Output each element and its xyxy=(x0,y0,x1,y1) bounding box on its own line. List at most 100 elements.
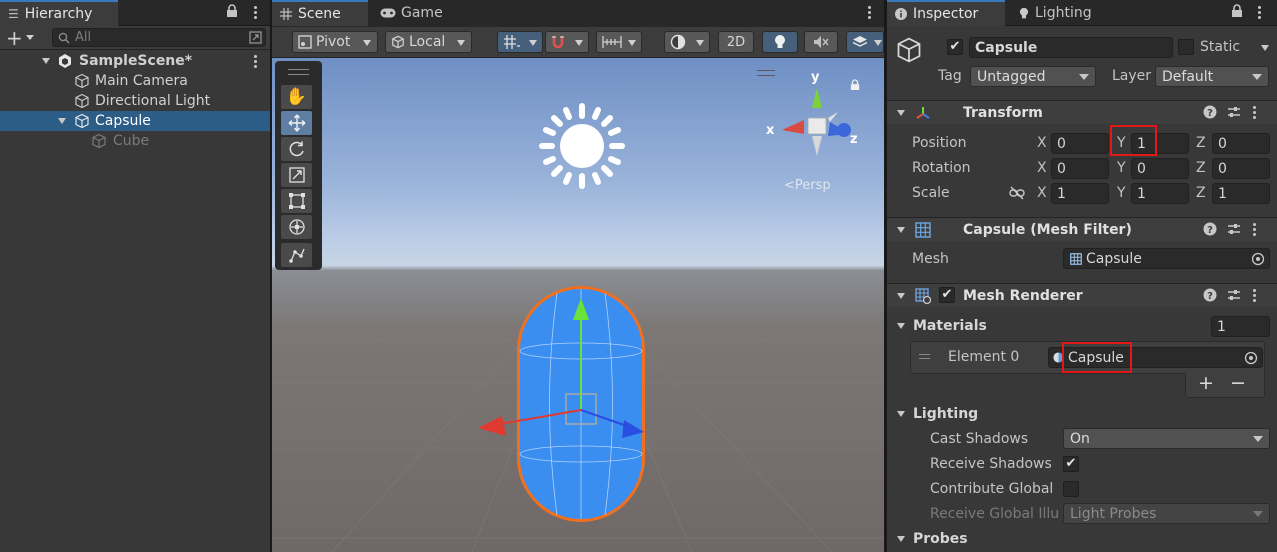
object-picker-icon[interactable] xyxy=(1251,252,1265,266)
scene-menu-icon[interactable] xyxy=(254,55,258,70)
scene-viewport[interactable]: ✋ y x z <Persp xyxy=(272,58,884,552)
scene-effects-dropdown[interactable] xyxy=(846,31,884,53)
perspective-label[interactable]: <Persp xyxy=(784,178,831,193)
active-checkbox[interactable]: ✔ xyxy=(947,39,963,55)
lock-icon[interactable] xyxy=(1231,4,1243,18)
tab-game[interactable]: Game xyxy=(372,0,452,26)
component-menu-icon[interactable] xyxy=(1253,289,1257,304)
inspector-menu-icon[interactable] xyxy=(1258,6,1262,21)
search-options-icon[interactable] xyxy=(249,31,262,44)
cast-shadows-dropdown[interactable]: On xyxy=(1063,428,1270,449)
scene-menu-icon[interactable] xyxy=(868,6,872,21)
position-z-field[interactable]: 0 xyxy=(1212,133,1270,154)
constrain-proportions-link-icon[interactable] xyxy=(1009,186,1025,200)
grid-snap-toggle[interactable] xyxy=(497,31,543,53)
capsule-object[interactable] xyxy=(462,278,682,528)
move-tool-button[interactable] xyxy=(281,111,312,135)
tab-hierarchy[interactable]: ☰ Hierarchy xyxy=(0,0,118,26)
materials-foldout-chevron-icon[interactable] xyxy=(897,323,905,329)
receive-shadows-checkbox[interactable]: ✔ xyxy=(1063,456,1079,472)
layer-dropdown[interactable]: Default xyxy=(1155,66,1269,87)
tree-item-cube[interactable]: Cube xyxy=(0,131,270,151)
tab-lighting[interactable]: Lighting xyxy=(1011,0,1121,26)
chevron-down-icon xyxy=(1253,511,1263,517)
reorder-handle-icon[interactable] xyxy=(919,354,930,359)
contribute-gi-checkbox[interactable] xyxy=(1063,481,1079,497)
tree-item-capsule[interactable]: Capsule xyxy=(0,111,270,131)
scene-orientation-gizmo[interactable] xyxy=(762,78,862,168)
hierarchy-search-input[interactable]: All xyxy=(52,28,266,47)
mesh-renderer-enabled-checkbox[interactable]: ✔ xyxy=(939,287,955,303)
remove-element-button[interactable]: − xyxy=(1230,372,1246,394)
tab-inspector[interactable]: Inspector xyxy=(887,0,1005,26)
rotation-x-field[interactable]: 0 xyxy=(1051,158,1109,179)
scale-label: Scale xyxy=(912,185,950,201)
scale-y-field[interactable]: 1 xyxy=(1131,183,1189,204)
increment-snap-button[interactable] xyxy=(545,31,589,53)
rotate-tool-button[interactable] xyxy=(281,137,312,161)
scale-z-field[interactable]: 1 xyxy=(1212,183,1270,204)
materials-count-field[interactable]: 1 xyxy=(1211,316,1270,337)
add-icon[interactable]: + xyxy=(6,26,23,50)
position-x-field[interactable]: 0 xyxy=(1051,133,1109,154)
pivot-dropdown[interactable]: Pivot xyxy=(292,31,378,53)
element-0-label: Element 0 xyxy=(948,349,1020,365)
rect-tool-button[interactable] xyxy=(281,189,312,213)
shading-mode-dropdown[interactable] xyxy=(664,31,710,53)
object-name-field[interactable]: Capsule xyxy=(969,37,1173,58)
materials-label[interactable]: Materials xyxy=(913,318,987,334)
mesh-object-field[interactable]: Capsule xyxy=(1063,248,1270,269)
material-highlight-box xyxy=(1062,342,1132,373)
hierarchy-menu-icon[interactable] xyxy=(254,6,258,21)
scene-audio-toggle[interactable] xyxy=(804,31,838,53)
scale-x-field[interactable]: 1 xyxy=(1051,183,1109,204)
mesh-renderer-header[interactable]: ✔ Mesh Renderer ? xyxy=(887,283,1277,307)
help-icon[interactable]: ? xyxy=(1203,288,1217,302)
local-dropdown[interactable]: Local xyxy=(385,31,472,53)
mesh-filter-header[interactable]: Capsule (Mesh Filter) ? xyxy=(887,217,1277,241)
preset-sliders-icon[interactable] xyxy=(1227,288,1241,302)
help-icon[interactable]: ? xyxy=(1203,222,1217,236)
expand-chevron-icon[interactable] xyxy=(42,58,50,64)
transform-header[interactable]: Transform ? xyxy=(887,100,1277,124)
scene-grid-icon xyxy=(280,8,292,20)
ruler-snap-button[interactable] xyxy=(596,31,642,53)
probes-section-label[interactable]: Probes xyxy=(913,531,968,547)
foldout-chevron-icon[interactable] xyxy=(897,293,905,299)
hand-tool-button[interactable]: ✋ xyxy=(281,85,312,109)
drag-handle[interactable] xyxy=(288,69,309,75)
2d-toggle[interactable]: 2D xyxy=(718,31,754,53)
tag-dropdown[interactable]: Untagged xyxy=(970,66,1096,87)
directional-light-sun-icon[interactable] xyxy=(520,96,644,206)
rotation-y-field[interactable]: 0 xyxy=(1131,158,1189,179)
move-arrows-icon xyxy=(288,114,306,132)
rotation-z-field[interactable]: 0 xyxy=(1212,158,1270,179)
static-chevron-down-icon[interactable] xyxy=(1261,45,1269,51)
preset-sliders-icon[interactable] xyxy=(1227,105,1241,119)
foldout-chevron-icon[interactable] xyxy=(897,227,905,233)
transform-tool-button[interactable] xyxy=(281,215,312,239)
component-menu-icon[interactable] xyxy=(1253,106,1257,121)
add-element-button[interactable]: + xyxy=(1198,372,1214,394)
foldout-chevron-icon[interactable] xyxy=(897,110,905,116)
tree-item-directional-light[interactable]: Directional Light xyxy=(0,91,270,111)
tab-scene[interactable]: Scene xyxy=(272,0,368,26)
tab-hierarchy-label: Hierarchy xyxy=(24,6,93,22)
static-checkbox[interactable] xyxy=(1178,39,1194,55)
tree-item-main-camera[interactable]: Main Camera xyxy=(0,71,270,91)
scale-tool-button[interactable] xyxy=(281,163,312,187)
probes-foldout-chevron-icon[interactable] xyxy=(897,536,905,542)
scene-lighting-toggle[interactable] xyxy=(762,31,798,53)
help-icon[interactable]: ? xyxy=(1203,105,1217,119)
object-picker-icon[interactable] xyxy=(1244,351,1258,365)
component-menu-icon[interactable] xyxy=(1253,223,1257,238)
lighting-section-label[interactable]: Lighting xyxy=(913,406,978,422)
lock-icon[interactable] xyxy=(226,4,238,18)
expand-chevron-icon[interactable] xyxy=(58,118,66,124)
add-dropdown-chevron-icon[interactable] xyxy=(26,35,34,40)
preset-sliders-icon[interactable] xyxy=(1227,222,1241,236)
lighting-foldout-chevron-icon[interactable] xyxy=(897,411,905,417)
custom-tool-button[interactable] xyxy=(281,243,312,267)
tree-item-scene[interactable]: SampleScene* xyxy=(0,51,270,71)
gizmo-drag-handle[interactable] xyxy=(757,70,775,76)
